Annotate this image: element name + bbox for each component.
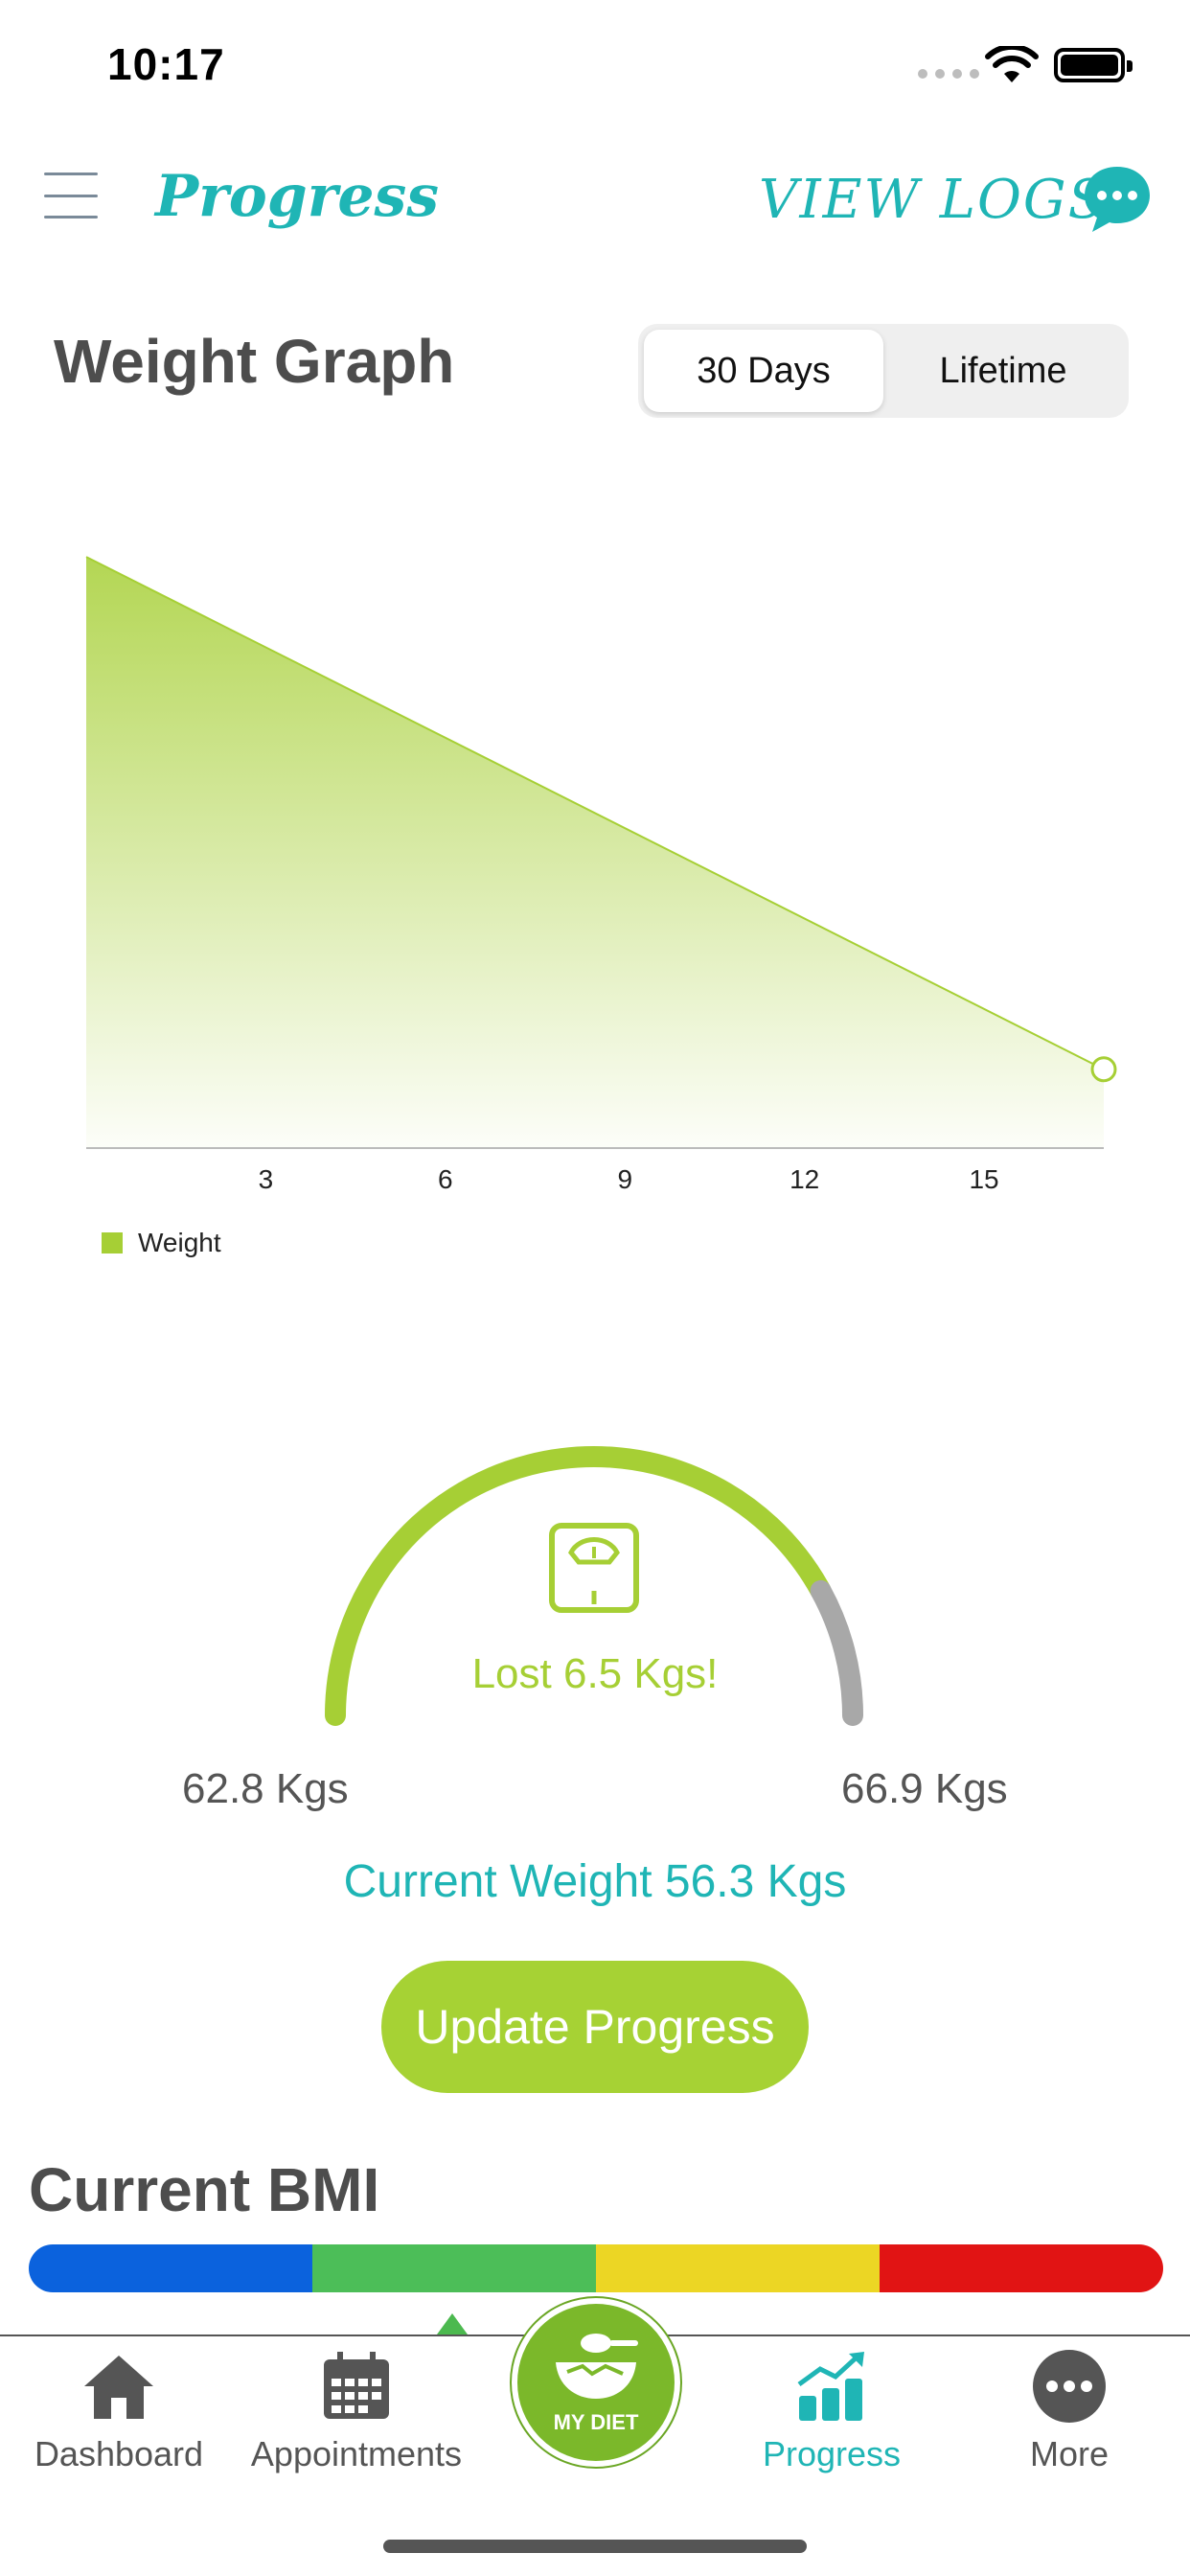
view-logs-button[interactable]: VIEW LOGS: [759, 169, 1107, 231]
page-title: Progress: [155, 163, 440, 230]
hamburger-menu-icon[interactable]: [44, 172, 98, 218]
bmi-band-4: [880, 2244, 1163, 2292]
calendar-icon: [324, 2352, 389, 2419]
current-bmi-title: Current BMI: [29, 2155, 380, 2224]
x-tick-label: 6: [438, 1164, 453, 1194]
segment-30-days[interactable]: 30 Days: [644, 330, 883, 412]
wifi-icon: [985, 46, 1039, 82]
range-segmented-control: 30 Days Lifetime: [638, 324, 1129, 418]
my-diet-label: MY DIET: [553, 2410, 639, 2434]
bowl-icon: [556, 2334, 638, 2399]
x-tick-label: 9: [617, 1164, 632, 1194]
status-time: 10:17: [107, 39, 225, 89]
bmi-scale-bar: [29, 2244, 1163, 2292]
status-bar: 10:17: [0, 0, 1190, 126]
home-indicator[interactable]: [383, 2540, 807, 2553]
weight-lost-text: Lost 6.5 Kgs!: [471, 1650, 719, 1697]
bar-chart-icon: [797, 2352, 864, 2421]
weight-graph-title: Weight Graph: [54, 327, 455, 396]
tab-label: Dashboard: [34, 2434, 204, 2473]
weight-chart: 3 6 9 12 15 Weight: [0, 498, 1190, 1284]
weight-data-point[interactable]: [1090, 1056, 1117, 1083]
x-tick-label: 12: [790, 1164, 819, 1194]
tab-label: Appointments: [250, 2434, 463, 2473]
start-weight-label: 62.8 Kgs: [182, 1765, 349, 1812]
goal-weight-label: 66.9 Kgs: [841, 1765, 1008, 1812]
cellular-signal-icon: [918, 69, 979, 79]
tab-progress[interactable]: Progress: [713, 2346, 950, 2474]
tab-more[interactable]: More: [950, 2346, 1188, 2474]
tab-appointments[interactable]: Appointments: [238, 2346, 475, 2474]
tab-dashboard[interactable]: Dashboard: [0, 2346, 238, 2474]
x-tick-label: 15: [969, 1164, 998, 1194]
current-weight-text: Current Weight 56.3 Kgs: [343, 1856, 847, 1907]
home-icon: [84, 2356, 153, 2419]
header: Progress VIEW LOGS: [0, 144, 1190, 259]
bmi-band-3: [596, 2244, 880, 2292]
tab-label: More: [1029, 2434, 1110, 2473]
weight-area: [86, 557, 1104, 1148]
update-progress-button[interactable]: Update Progress: [381, 1961, 809, 2093]
my-diet-button[interactable]: MY DIET: [512, 2298, 680, 2467]
x-tick-label: 3: [259, 1164, 274, 1194]
more-icon: [1033, 2350, 1106, 2423]
bmi-band-2: [312, 2244, 596, 2292]
tab-label: Progress: [762, 2434, 902, 2473]
bmi-band-1: [29, 2244, 312, 2292]
battery-icon: [1054, 48, 1133, 82]
legend-label: Weight: [138, 1228, 221, 1257]
legend-swatch: [102, 1232, 123, 1254]
segment-lifetime[interactable]: Lifetime: [883, 330, 1123, 412]
weight-chart-svg: 3 6 9 12 15 Weight: [85, 556, 1117, 1257]
chat-bubble-icon[interactable]: [1081, 163, 1154, 236]
bmi-marker: [437, 2313, 468, 2334]
scale-icon: [549, 1523, 639, 1613]
